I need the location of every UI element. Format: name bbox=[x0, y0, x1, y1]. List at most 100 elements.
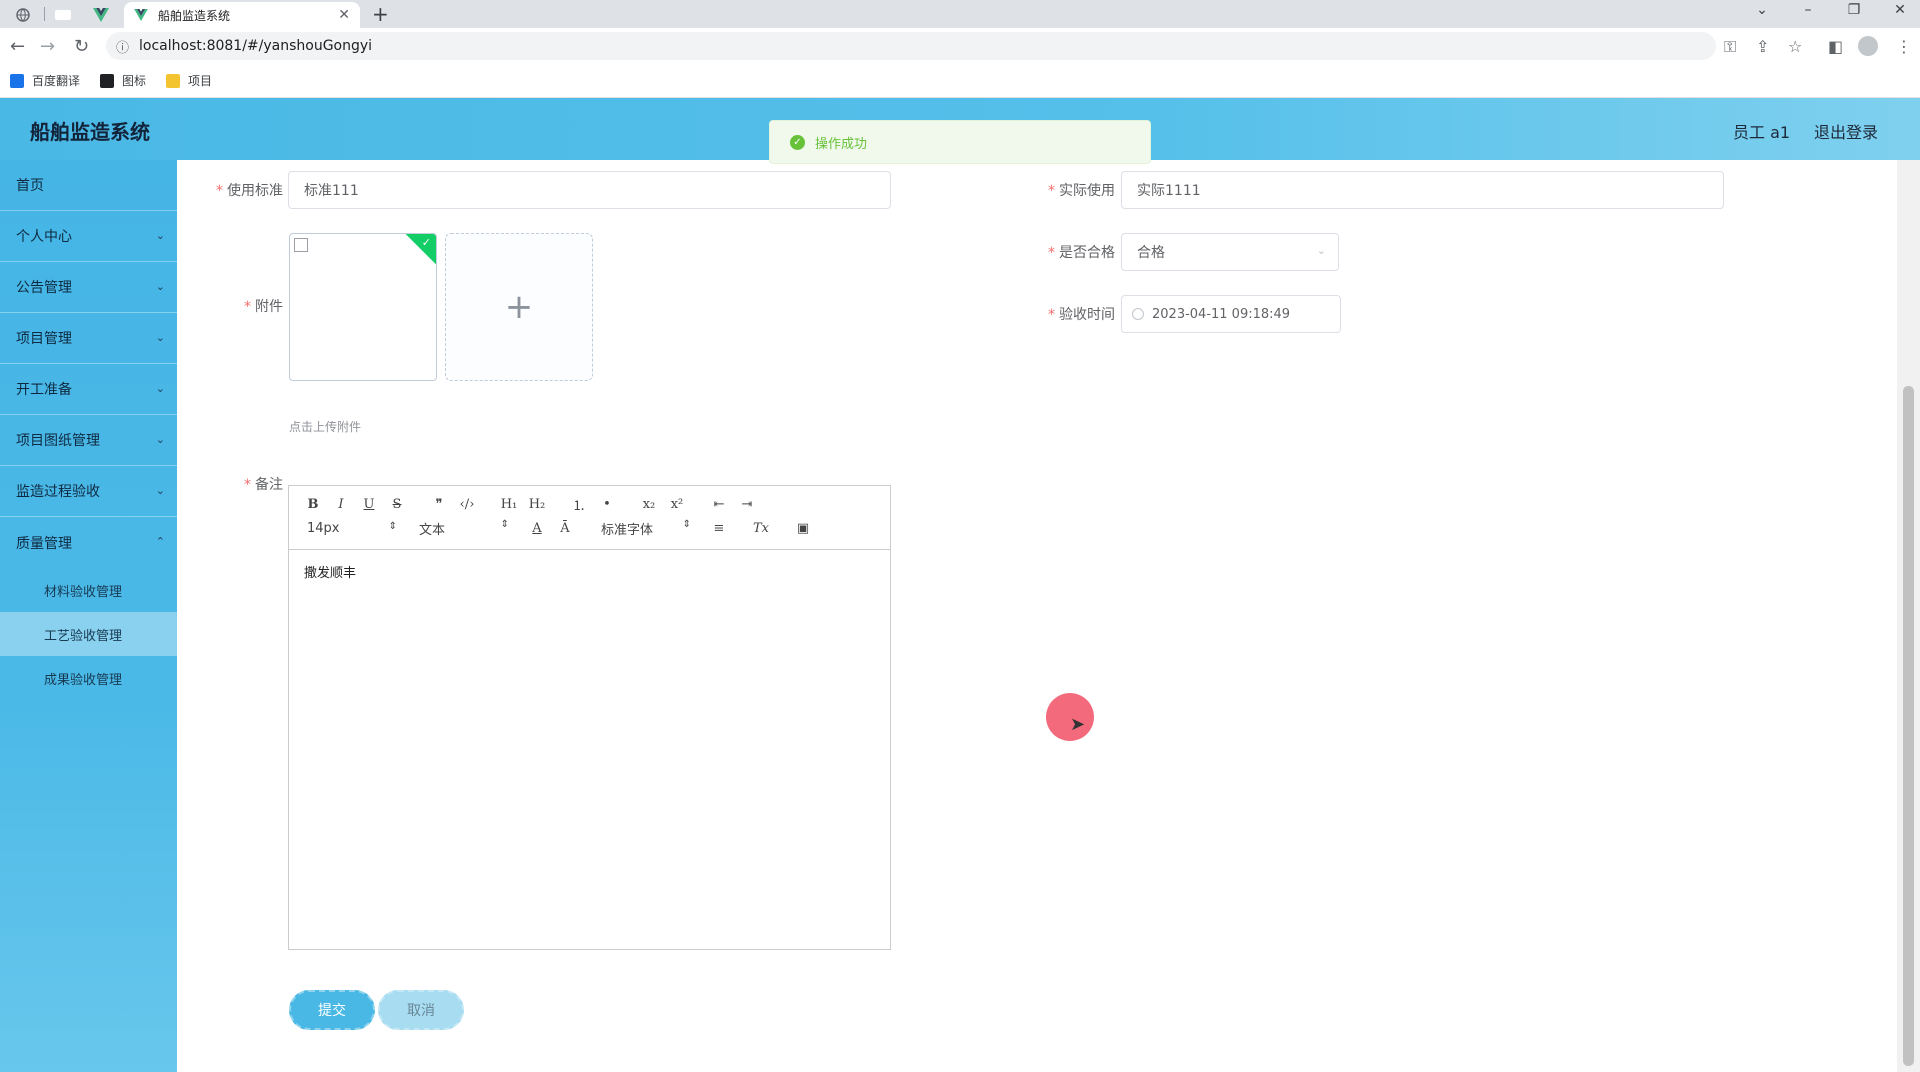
chevron-down-icon: ⌄ bbox=[1316, 244, 1326, 257]
menu-dots-icon[interactable]: ⋮ bbox=[1896, 37, 1912, 56]
upload-add-button[interactable]: + bbox=[445, 233, 593, 381]
code-block-button[interactable]: ‹/› bbox=[453, 497, 481, 512]
insert-image-button[interactable]: ▣ bbox=[789, 521, 817, 536]
new-tab-button[interactable]: + bbox=[372, 2, 389, 26]
side-panel-icon[interactable]: ◧ bbox=[1828, 37, 1843, 56]
tab-close-icon[interactable]: ✕ bbox=[338, 7, 350, 23]
sidebar-item-process-acceptance[interactable]: 监造过程验收 ⌄ bbox=[0, 466, 177, 517]
bookmark-icons[interactable]: 图标 bbox=[100, 72, 146, 89]
reload-icon[interactable]: ↻ bbox=[74, 36, 89, 57]
h1-button[interactable]: H₁ bbox=[495, 497, 523, 512]
editor-content[interactable]: 撒发顺丰 bbox=[289, 550, 890, 593]
underline-button[interactable]: U bbox=[355, 497, 383, 512]
bookmark-label: 图标 bbox=[122, 74, 147, 88]
clock-icon bbox=[1132, 308, 1144, 320]
remark-label: * 备注 bbox=[244, 477, 283, 493]
subscript-button[interactable]: x₂ bbox=[635, 497, 663, 512]
qualified-select[interactable]: 合格 ⌄ bbox=[1121, 233, 1339, 271]
bold-button[interactable]: B bbox=[299, 497, 327, 512]
uploaded-file-thumbnail[interactable]: ✓ bbox=[289, 233, 437, 381]
sidebar-item-label: 公告管理 bbox=[16, 280, 72, 296]
upload-success-badge bbox=[404, 234, 436, 266]
logout-link[interactable]: 退出登录 bbox=[1814, 119, 1878, 143]
app-title: 船舶监造系统 bbox=[30, 120, 150, 144]
blockquote-button[interactable]: ❞ bbox=[425, 497, 453, 512]
qualified-value: 合格 bbox=[1137, 245, 1165, 261]
sidebar-item-label: 质量管理 bbox=[16, 535, 72, 552]
sidebar-item-label: 开工准备 bbox=[16, 382, 72, 398]
superscript-button[interactable]: x² bbox=[663, 497, 691, 512]
block-format-select[interactable]: 文本 ⇕ bbox=[411, 519, 509, 538]
close-window-icon[interactable]: ✕ bbox=[1890, 2, 1910, 18]
rich-text-editor[interactable]: B I U S ❞ ‹/› H₁ H₂ ⒈ • x₂ x² ⇤ ⇥ 14px ⇕… bbox=[288, 485, 891, 950]
active-browser-tab[interactable]: 船舶监造系统 ✕ bbox=[124, 2, 360, 28]
standard-value: 标准111 bbox=[304, 183, 359, 199]
sidebar-item-label: 首页 bbox=[16, 178, 44, 194]
cancel-button[interactable]: 取消 bbox=[378, 990, 464, 1030]
check-circle-icon: ✓ bbox=[790, 134, 805, 150]
sidebar-item-projects[interactable]: 项目管理 ⌄ bbox=[0, 313, 177, 364]
italic-button[interactable]: I bbox=[327, 497, 355, 512]
globe-tab-icon[interactable] bbox=[6, 4, 40, 26]
align-button[interactable]: ≡ bbox=[705, 521, 733, 536]
chevron-down-icon: ⌄ bbox=[155, 280, 165, 293]
outdent-button[interactable]: ⇤ bbox=[705, 497, 733, 512]
attachment-label: * 附件 bbox=[244, 299, 283, 315]
sidebar-item-quality[interactable]: 质量管理 ⌃ bbox=[0, 517, 177, 568]
strike-button[interactable]: S bbox=[383, 497, 411, 512]
share-icon[interactable]: ⇪ bbox=[1756, 37, 1769, 56]
vue-logo-icon bbox=[134, 9, 148, 21]
indent-button[interactable]: ⇥ bbox=[733, 497, 761, 512]
sidebar-subitem-result[interactable]: 成果验收管理 bbox=[0, 656, 177, 700]
sidebar-item-personal-center[interactable]: 个人中心 ⌄ bbox=[0, 211, 177, 262]
bookmark-project-folder[interactable]: 项目 bbox=[166, 72, 212, 89]
time-picker[interactable]: 2023-04-11 09:18:49 bbox=[1121, 295, 1341, 333]
editor-toolbar: B I U S ❞ ‹/› H₁ H₂ ⒈ • x₂ x² ⇤ ⇥ 14px ⇕… bbox=[289, 486, 890, 550]
font-color-button[interactable]: A bbox=[523, 521, 551, 536]
sidebar-item-drawings[interactable]: 项目图纸管理 ⌄ bbox=[0, 415, 177, 466]
chevron-down-icon: ⌄ bbox=[155, 433, 165, 446]
background-color-button[interactable]: Ā bbox=[551, 521, 579, 536]
restore-icon[interactable]: ❐ bbox=[1844, 2, 1864, 18]
omnibox[interactable]: ⓘ localhost:8081/#/yanshouGongyi bbox=[106, 32, 1716, 60]
sidebar-subitem-process[interactable]: 工艺验收管理 bbox=[0, 612, 177, 656]
url-text[interactable]: localhost:8081/#/yanshouGongyi bbox=[139, 38, 372, 54]
sidebar-item-work-prep[interactable]: 开工准备 ⌄ bbox=[0, 364, 177, 415]
sidebar-subitem-material[interactable]: 材料验收管理 bbox=[0, 568, 177, 612]
actual-label: * 实际使用 bbox=[1048, 183, 1115, 199]
tab-search-icon[interactable]: ⌄ bbox=[1752, 2, 1772, 18]
font-size-select[interactable]: 14px ⇕ bbox=[299, 521, 397, 536]
key-icon[interactable]: ⚿ bbox=[1724, 37, 1736, 57]
vue-tab-icon[interactable] bbox=[84, 4, 118, 26]
plus-icon: + bbox=[504, 287, 534, 327]
upload-tip: 点击上传附件 bbox=[289, 420, 362, 434]
blank-tab-icon[interactable] bbox=[46, 4, 80, 26]
chevron-down-icon: ⌄ bbox=[155, 484, 165, 497]
sidebar-item-announcements[interactable]: 公告管理 ⌄ bbox=[0, 262, 177, 313]
scroll-thumb[interactable] bbox=[1903, 386, 1914, 1066]
submit-button[interactable]: 提交 bbox=[289, 990, 375, 1030]
font-family-select[interactable]: 标准字体 ⇕ bbox=[593, 519, 691, 538]
page-scrollbar[interactable] bbox=[1897, 160, 1920, 1072]
main-form: * 使用标准 标准111 * 实际使用 实际1111 * 附件 ✓ + 点击上传附件 … bbox=[177, 160, 1897, 1072]
bookmark-baidu-translate[interactable]: 百度翻译 bbox=[10, 72, 80, 89]
h2-button[interactable]: H₂ bbox=[523, 497, 551, 512]
star-icon[interactable]: ☆ bbox=[1788, 37, 1802, 56]
standard-input[interactable]: 标准111 bbox=[288, 171, 891, 209]
profile-avatar-icon[interactable] bbox=[1858, 36, 1878, 56]
tab-separator bbox=[44, 7, 45, 21]
ordered-list-button[interactable]: ⒈ bbox=[565, 495, 593, 514]
sidebar-subitem-label: 材料验收管理 bbox=[44, 584, 123, 600]
actual-input[interactable]: 实际1111 bbox=[1121, 171, 1724, 209]
minimize-icon[interactable]: – bbox=[1798, 2, 1818, 18]
sidebar-item-home[interactable]: 首页 bbox=[0, 160, 177, 211]
mouse-cursor-icon: ➤ bbox=[1070, 714, 1086, 735]
back-icon[interactable]: ← bbox=[10, 36, 25, 57]
bullet-list-button[interactable]: • bbox=[593, 497, 621, 512]
browser-tabstrip: 船舶监造系统 ✕ + ⌄ – ❐ ✕ bbox=[0, 0, 1920, 28]
sidebar: 首页 个人中心 ⌄ 公告管理 ⌄ 项目管理 ⌄ 开工准备 ⌄ 项目图纸管理 ⌄ … bbox=[0, 160, 177, 1072]
site-info-icon[interactable]: ⓘ bbox=[116, 37, 129, 56]
forward-icon[interactable]: → bbox=[40, 36, 55, 57]
clear-format-button[interactable]: Tx bbox=[747, 521, 775, 536]
bookmark-label: 项目 bbox=[188, 74, 213, 88]
